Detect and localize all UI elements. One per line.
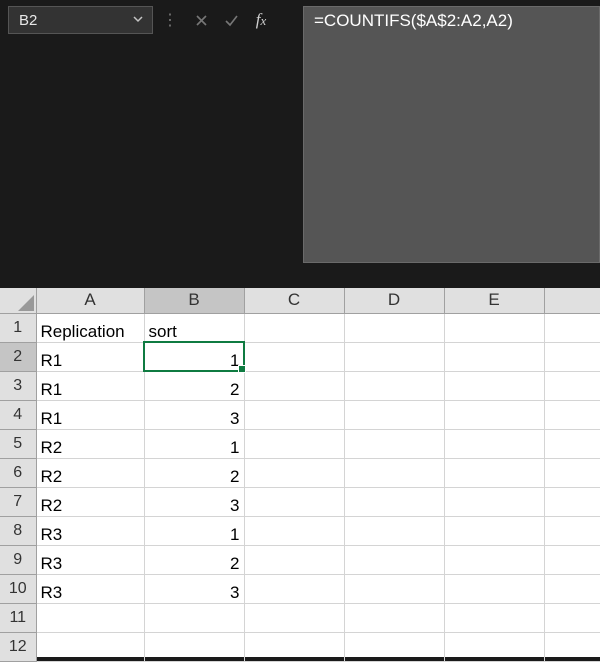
cell-C6[interactable] — [244, 458, 344, 487]
cell-5[interactable] — [544, 429, 600, 458]
cell-E6[interactable] — [444, 458, 544, 487]
cell-E7[interactable] — [444, 487, 544, 516]
cell-B2[interactable]: 1 — [144, 342, 244, 371]
column-header-C[interactable]: C — [244, 288, 344, 313]
cell-B3[interactable]: 2 — [144, 371, 244, 400]
chevron-down-icon[interactable] — [128, 13, 148, 28]
cell-11[interactable] — [544, 603, 600, 632]
column-header-D[interactable]: D — [344, 288, 444, 313]
name-box[interactable] — [8, 6, 153, 34]
cell-C3[interactable] — [244, 371, 344, 400]
cell-10[interactable] — [544, 574, 600, 603]
row-header-7[interactable]: 7 — [0, 487, 36, 516]
cell-B8[interactable]: 1 — [144, 516, 244, 545]
cell-6[interactable] — [544, 458, 600, 487]
select-all-corner[interactable] — [0, 288, 36, 313]
cell-E8[interactable] — [444, 516, 544, 545]
cell-D1[interactable] — [344, 313, 444, 342]
cell-E1[interactable] — [444, 313, 544, 342]
row-header-3[interactable]: 3 — [0, 371, 36, 400]
cell-4[interactable] — [544, 400, 600, 429]
cell-A3[interactable]: R1 — [36, 371, 144, 400]
cell-B10[interactable]: 3 — [144, 574, 244, 603]
cell-B6[interactable]: 2 — [144, 458, 244, 487]
cell-C4[interactable] — [244, 400, 344, 429]
row-header-10[interactable]: 10 — [0, 574, 36, 603]
cell-D7[interactable] — [344, 487, 444, 516]
column-header-E[interactable]: E — [444, 288, 544, 313]
cell-2[interactable] — [544, 342, 600, 371]
cell-B5[interactable]: 1 — [144, 429, 244, 458]
cell-B4[interactable]: 3 — [144, 400, 244, 429]
cell-A5[interactable]: R2 — [36, 429, 144, 458]
cell-A9[interactable]: R3 — [36, 545, 144, 574]
cell-E11[interactable] — [444, 603, 544, 632]
formula-bar[interactable]: =COUNTIFS($A$2:A2,A2) — [303, 6, 600, 263]
cancel-formula-button — [187, 6, 215, 34]
cell-A10[interactable]: R3 — [36, 574, 144, 603]
cell-C1[interactable] — [244, 313, 344, 342]
cell-C7[interactable] — [244, 487, 344, 516]
cell-A8[interactable]: R3 — [36, 516, 144, 545]
cell-D9[interactable] — [344, 545, 444, 574]
cell-D10[interactable] — [344, 574, 444, 603]
row-header-11[interactable]: 11 — [0, 603, 36, 632]
cell-D5[interactable] — [344, 429, 444, 458]
name-box-input[interactable] — [19, 12, 128, 29]
cell-3[interactable] — [544, 371, 600, 400]
cell-8[interactable] — [544, 516, 600, 545]
row-header-6[interactable]: 6 — [0, 458, 36, 487]
column-header-B[interactable]: B — [144, 288, 244, 313]
cell-D2[interactable] — [344, 342, 444, 371]
cell-E5[interactable] — [444, 429, 544, 458]
row-header-2[interactable]: 2 — [0, 342, 36, 371]
divider-icon: ⋮ — [161, 10, 179, 30]
cell-A7[interactable]: R2 — [36, 487, 144, 516]
cell-A11[interactable] — [36, 603, 144, 632]
cell-D11[interactable] — [344, 603, 444, 632]
cell-E10[interactable] — [444, 574, 544, 603]
cell-9[interactable] — [544, 545, 600, 574]
column-header-blank[interactable] — [544, 288, 600, 313]
cell-D6[interactable] — [344, 458, 444, 487]
cell-D4[interactable] — [344, 400, 444, 429]
fx-icon[interactable]: fx — [247, 10, 275, 30]
cell-1[interactable] — [544, 313, 600, 342]
cell-E3[interactable] — [444, 371, 544, 400]
cell-C5[interactable] — [244, 429, 344, 458]
column-header-A[interactable]: A — [36, 288, 144, 313]
cell-B9[interactable]: 2 — [144, 545, 244, 574]
cell-A6[interactable]: R2 — [36, 458, 144, 487]
cell-E9[interactable] — [444, 545, 544, 574]
row-header-1[interactable]: 1 — [0, 313, 36, 342]
formula-buttons: fx — [187, 6, 275, 34]
cell-D3[interactable] — [344, 371, 444, 400]
formula-bar-text: =COUNTIFS($A$2:A2,A2) — [314, 11, 513, 30]
cell-C9[interactable] — [244, 545, 344, 574]
cell-C2[interactable] — [244, 342, 344, 371]
row-header-9[interactable]: 9 — [0, 545, 36, 574]
row-header-4[interactable]: 4 — [0, 400, 36, 429]
cell-E2[interactable] — [444, 342, 544, 371]
row-header-8[interactable]: 8 — [0, 516, 36, 545]
cell-D8[interactable] — [344, 516, 444, 545]
cell-A2[interactable]: R1 — [36, 342, 144, 371]
cell-C11[interactable] — [244, 603, 344, 632]
cell-C8[interactable] — [244, 516, 344, 545]
cell-7[interactable] — [544, 487, 600, 516]
cell-A1[interactable]: Replication — [36, 313, 144, 342]
spreadsheet-grid[interactable]: ABCDE 1Replicationsort2R113R124R135R216R… — [0, 288, 600, 657]
cell-E4[interactable] — [444, 400, 544, 429]
cell-B1[interactable]: sort — [144, 313, 244, 342]
cell-A4[interactable]: R1 — [36, 400, 144, 429]
row-header-5[interactable]: 5 — [0, 429, 36, 458]
cell-B7[interactable]: 3 — [144, 487, 244, 516]
accept-formula-button — [217, 6, 245, 34]
cell-C10[interactable] — [244, 574, 344, 603]
cell-B11[interactable] — [144, 603, 244, 632]
